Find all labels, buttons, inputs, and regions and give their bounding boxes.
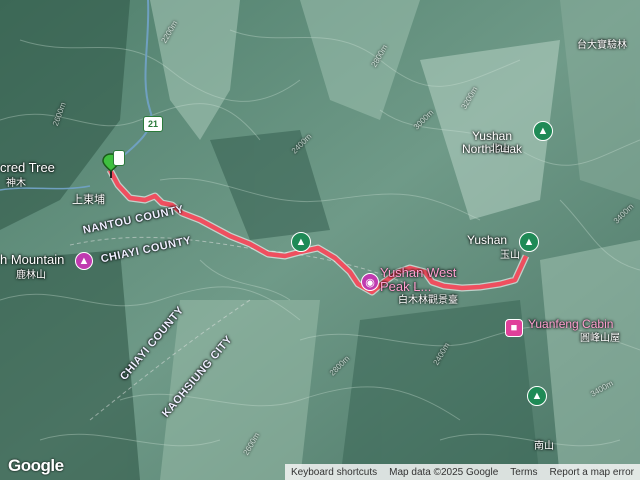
sacred-tree-cn-label: 神木	[6, 178, 26, 189]
report-map-error-link[interactable]: Report a map error	[544, 467, 640, 478]
nanshan-cn-label: 南山	[534, 441, 554, 452]
south-peak-icon[interactable]: ▲	[527, 386, 547, 406]
yushan-label: Yushan	[467, 233, 508, 247]
yuanfeng-cn-label: 圓峰山屋	[580, 333, 620, 344]
map-data-text: Map data ©2025 Google	[389, 466, 499, 478]
road-shield-icon	[113, 150, 125, 166]
forest-cn-label: 台大實驗林	[577, 40, 627, 51]
terrain-map[interactable]	[0, 0, 640, 480]
west-peak-label: Yushan West Peak L...	[380, 265, 457, 295]
keyboard-shortcuts-link[interactable]: Keyboard shortcuts	[285, 467, 383, 478]
trail-peak-icon[interactable]: ▲	[291, 232, 311, 252]
lulin-mountain-label: h Mountain	[0, 252, 65, 267]
google-logo: Google	[8, 456, 64, 475]
sacred-tree-label: cred Tree	[0, 160, 55, 175]
north-peak-icon[interactable]: ▲	[533, 121, 553, 141]
terms-link[interactable]: Terms	[504, 467, 543, 478]
west-peak-cn-label: 白木林觀景臺	[398, 295, 458, 306]
lulin-mountain-poi-icon[interactable]: ▲	[75, 252, 93, 270]
shang-dong-pu-label: 上東埔	[72, 194, 105, 206]
cabin-icon[interactable]: ■	[505, 319, 523, 337]
north-peak-cn-label: 北山	[490, 144, 510, 155]
road-21-shield-icon: 21	[143, 116, 163, 132]
yuanfeng-cabin-label: Yuanfeng Cabin	[528, 317, 614, 331]
west-peak-poi-icon[interactable]: ◉	[361, 273, 379, 291]
yushan-peak-icon[interactable]: ▲	[519, 232, 539, 252]
lulin-cn-label: 鹿林山	[16, 270, 46, 281]
map-attribution-bar: Keyboard shortcuts Map data ©2025 Google…	[284, 464, 640, 480]
yushan-cn-label: 玉山	[500, 250, 520, 261]
